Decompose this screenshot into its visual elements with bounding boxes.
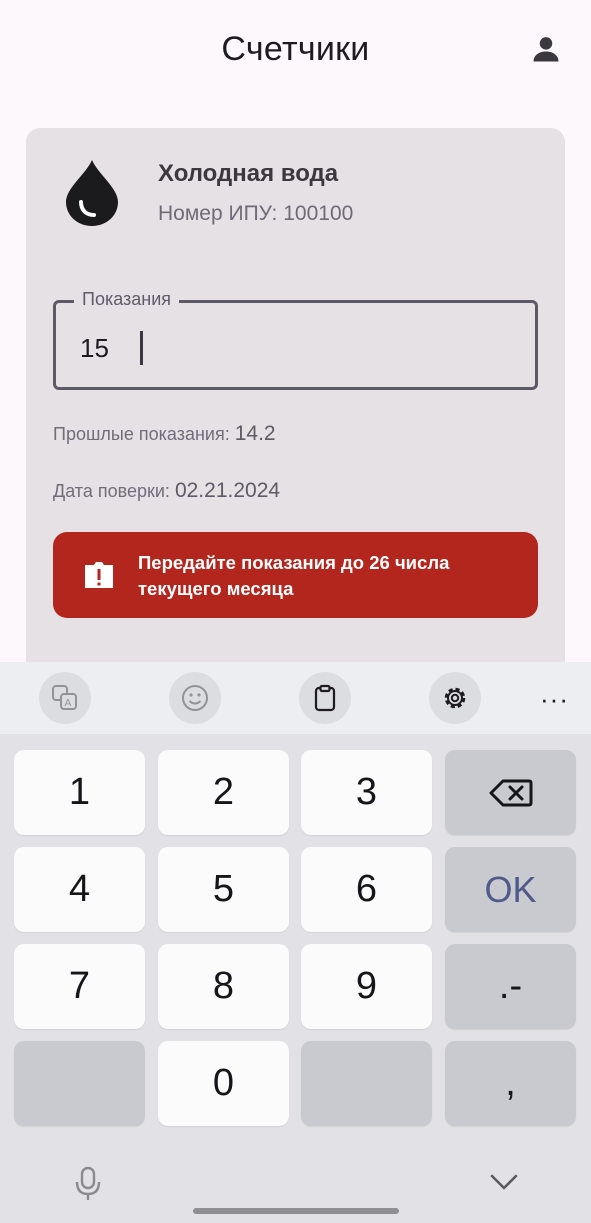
key-8[interactable]: 8 [158,944,289,1029]
alert-text-line-2: текущего месяца [138,578,294,599]
chevron-down-icon[interactable] [489,1172,519,1192]
report-icon [85,562,113,588]
previous-reading-label: Прошлые показания: [53,424,230,444]
alert-text-line-1: Передайте показания до 26 числа [138,552,450,573]
blank-key-right [301,1041,432,1126]
clipboard-button[interactable] [299,672,351,724]
account-icon[interactable] [531,34,561,64]
comma-key[interactable]: , [445,1041,576,1126]
meter-name: Холодная вода [158,160,339,187]
key-0[interactable]: 0 [158,1041,289,1126]
ok-key[interactable]: OK [445,847,576,932]
key-5[interactable]: 5 [158,847,289,932]
water-drop-icon [66,160,118,226]
meter-number-label: Номер ИПУ: [158,202,278,225]
translate-icon: A [52,685,77,710]
keyboard-toolbar: A ··· [0,662,591,734]
page-title: Счетчики [221,30,370,68]
reading-input[interactable]: 15 [80,333,500,364]
verification-date: Дата поверки: 02.21.2024 [53,479,280,503]
key-9[interactable]: 9 [301,944,432,1029]
meter-card: Холодная вода Номер ИПУ: 100100 Показани… [26,128,565,688]
reading-field[interactable]: Показания 15 [53,289,538,390]
alert-text: Передайте показания до 26 числа текущего… [138,550,518,602]
key-3[interactable]: 3 [301,750,432,835]
key-2[interactable]: 2 [158,750,289,835]
top-app-bar: Счетчики [0,0,591,104]
dot-minus-key[interactable]: .- [445,944,576,1029]
blank-key-left [14,1041,145,1126]
meter-number: Номер ИПУ: 100100 [158,202,353,226]
settings-button[interactable] [429,672,481,724]
svg-text:A: A [65,698,72,709]
gesture-navigation-handle[interactable] [193,1208,399,1214]
key-4[interactable]: 4 [14,847,145,932]
clipboard-icon [314,684,336,712]
emoji-button[interactable] [169,672,221,724]
meter-number-value: 100100 [283,202,354,225]
previous-reading-value: 14.2 [234,422,276,445]
emoji-icon [182,685,208,711]
key-6[interactable]: 6 [301,847,432,932]
translate-button[interactable]: A [39,672,91,724]
deadline-alert: Передайте показания до 26 числа текущего… [53,532,538,618]
verification-date-label: Дата поверки: [53,481,170,501]
microphone-icon[interactable] [74,1166,102,1202]
settings-icon [444,687,466,709]
verification-date-value: 02.21.2024 [174,479,281,502]
key-1[interactable]: 1 [14,750,145,835]
backspace-icon [489,779,532,806]
more-options-button[interactable]: ··· [540,684,569,715]
text-caret [140,331,143,365]
key-7[interactable]: 7 [14,944,145,1029]
backspace-key[interactable] [445,750,576,835]
reading-field-label: Показания [74,289,180,310]
numeric-keyboard: A ··· 1 2 3 4 5 6 OK 7 8 9 .- 0 , [0,662,591,1223]
previous-reading: Прошлые показания: 14.2 [53,422,276,446]
